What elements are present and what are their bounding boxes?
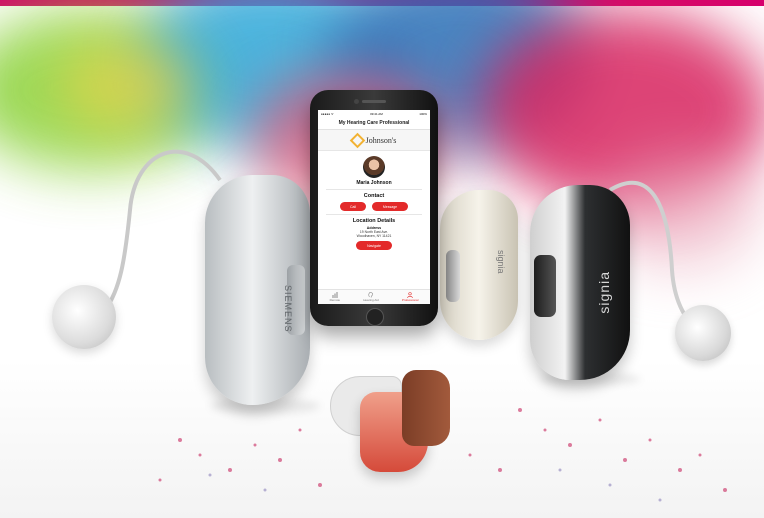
diamond-logo-icon [349, 132, 365, 148]
tab-hearing-aid[interactable]: Hearing Aid [363, 292, 379, 302]
tab-professional[interactable]: Professional [401, 292, 419, 302]
call-button[interactable]: Call [340, 202, 366, 211]
tab-bar: Remote Hearing Aid Professional [318, 289, 430, 304]
clock: 09:41 AM [370, 112, 383, 116]
navigate-button[interactable]: Navigate [356, 241, 392, 251]
tab-label: Hearing Aid [363, 298, 379, 302]
contact-heading: Contact [363, 193, 385, 199]
signal-indicator: ●●●●● ᯤ [321, 112, 334, 116]
rocker-switch [446, 250, 460, 302]
message-button[interactable]: Message [372, 202, 408, 211]
professional-name: Maria Johnson [356, 180, 392, 186]
signia-hearing-aid-champagne: signia [440, 190, 518, 340]
tab-remote[interactable]: Remote [329, 292, 341, 302]
location-heading: Location Details [352, 218, 396, 224]
signia-brand-mark: signia [596, 271, 612, 314]
address-line-2: Woodhaven, NY 11421 [356, 234, 392, 239]
rocker-switch [534, 255, 556, 317]
smartphone: ●●●●● ᯤ 09:41 AM 100% My Hearing Care Pr… [310, 90, 438, 326]
clinic-name: Johnson's [365, 135, 397, 145]
signia-hearing-aid-black: signia [530, 185, 630, 380]
earpiece-speaker [362, 100, 386, 103]
battery-indicator: 100% [419, 112, 427, 116]
siemens-hearing-aid: SIEMENS [205, 175, 310, 405]
page-title: My Hearing Care Professional [318, 118, 430, 130]
divider [326, 214, 422, 215]
app-screen: ●●●●● ᯤ 09:41 AM 100% My Hearing Care Pr… [318, 110, 430, 304]
contact-actions: Call Message [318, 202, 430, 211]
avatar [363, 156, 385, 178]
hearing-aid-dome-left [52, 285, 116, 349]
hearing-aid-dome-right [675, 305, 731, 361]
tab-label: Remote [329, 298, 341, 302]
cic-faceplate [402, 370, 450, 446]
clinic-logo: Johnson's [318, 130, 430, 151]
divider [326, 189, 422, 190]
home-button[interactable] [366, 308, 384, 326]
front-camera [354, 99, 359, 104]
siemens-brand-mark: SIEMENS [283, 285, 293, 333]
status-bar: ●●●●● ᯤ 09:41 AM 100% [318, 110, 430, 118]
signia-brand-mark: signia [496, 250, 506, 274]
in-canal-hearing-aid [330, 362, 470, 502]
tab-label: Professional [401, 298, 419, 302]
